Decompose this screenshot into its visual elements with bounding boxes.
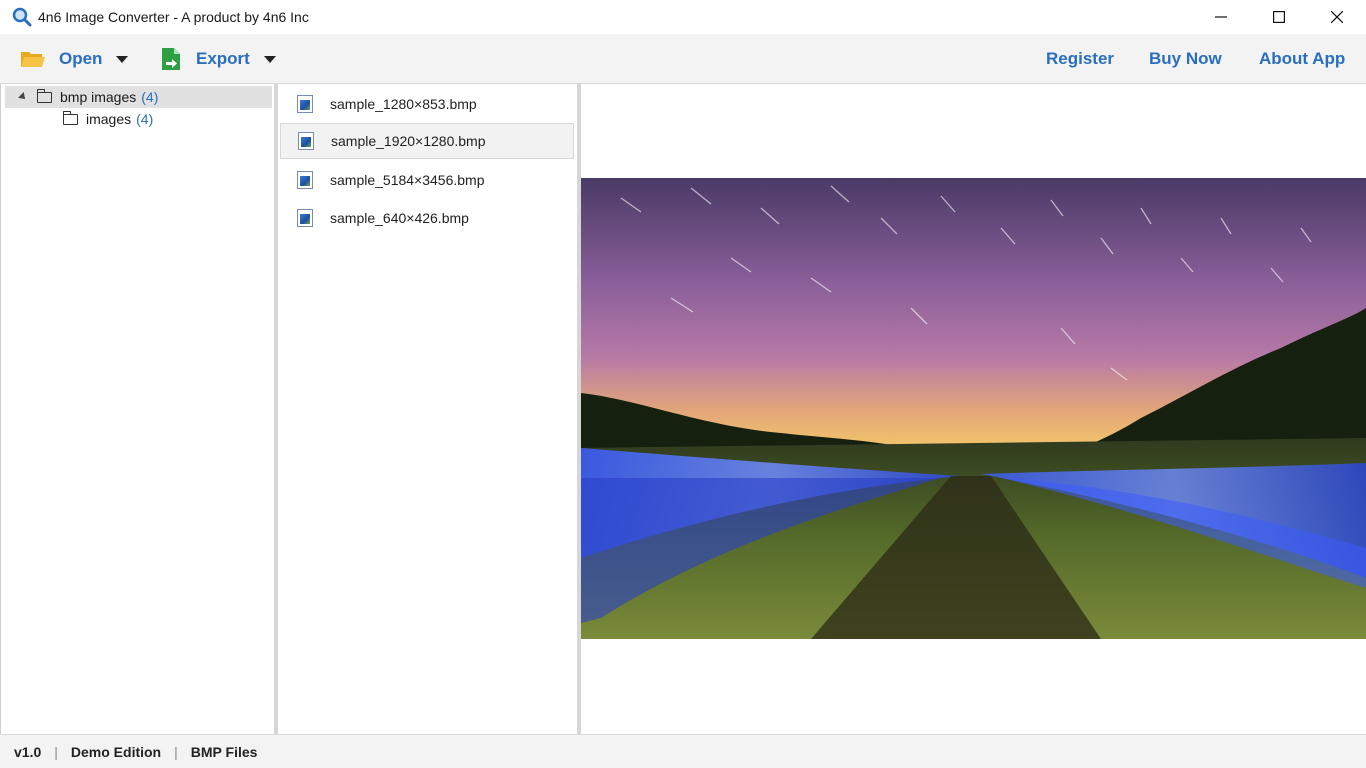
export-label: Export [196, 49, 250, 68]
minimize-icon [1215, 16, 1227, 18]
file-name: sample_1280×853.bmp [330, 96, 477, 112]
preview-image [581, 178, 1366, 639]
file-name: sample_1920×1280.bmp [331, 133, 486, 149]
tree-item-count: (4) [141, 89, 159, 105]
chevron-down-icon [263, 55, 276, 63]
tree-item-label: bmp images [60, 89, 137, 105]
file-list-item[interactable]: sample_5184×3456.bmp [280, 162, 574, 198]
image-preview-panel [581, 84, 1366, 734]
buy-now-link[interactable]: Buy Now [1149, 34, 1222, 84]
maximize-button[interactable] [1250, 0, 1308, 34]
export-menu-button[interactable]: Export [160, 34, 276, 84]
folder-open-icon [20, 49, 46, 69]
separator: | [54, 743, 58, 760]
tree-item-images[interactable]: images (4) [62, 108, 243, 130]
version-label: v1.0 [14, 743, 42, 760]
folder-tree-panel: bmp images (4) images (4) [0, 84, 274, 734]
image-file-icon [297, 95, 313, 113]
maximize-icon [1273, 11, 1285, 23]
file-type-label: BMP Files [190, 743, 258, 760]
separator: | [174, 743, 178, 760]
register-link[interactable]: Register [1046, 34, 1114, 84]
file-list-item[interactable]: sample_1280×853.bmp [280, 86, 574, 122]
file-list-panel: sample_1280×853.bmp sample_1920×1280.bmp… [278, 84, 577, 734]
tree-item-count: (4) [136, 111, 154, 127]
window-controls [1192, 0, 1366, 34]
about-app-link[interactable]: About App [1259, 34, 1345, 84]
status-bar: v1.0 | Demo Edition | BMP Files [0, 734, 1366, 768]
magnifier-app-icon [12, 7, 32, 27]
folder-icon [36, 88, 52, 103]
open-menu-button[interactable]: Open [20, 34, 129, 84]
file-list-item[interactable]: sample_1920×1280.bmp [280, 123, 574, 159]
file-list-item[interactable]: sample_640×426.bmp [280, 200, 574, 236]
image-file-icon [297, 209, 313, 227]
close-button[interactable] [1308, 0, 1366, 34]
window-title: 4n6 Image Converter - A product by 4n6 I… [38, 9, 309, 25]
edition-label: Demo Edition [70, 743, 162, 760]
expand-caret-icon[interactable] [18, 92, 28, 102]
file-name: sample_5184×3456.bmp [330, 172, 485, 188]
export-icon [160, 47, 182, 71]
folder-icon [62, 110, 78, 125]
image-file-icon [297, 171, 313, 189]
title-bar: 4n6 Image Converter - A product by 4n6 I… [0, 0, 1366, 34]
close-icon [1331, 11, 1343, 23]
chevron-down-icon [116, 55, 129, 63]
toolbar: Open Export Register Buy Now About App [0, 34, 1366, 84]
minimize-button[interactable] [1192, 0, 1250, 34]
tree-item-bmp-images[interactable]: bmp images (4) [5, 86, 272, 108]
open-label: Open [59, 49, 103, 68]
image-file-icon [298, 132, 314, 150]
tree-item-label: images [86, 111, 132, 127]
file-name: sample_640×426.bmp [330, 210, 469, 226]
